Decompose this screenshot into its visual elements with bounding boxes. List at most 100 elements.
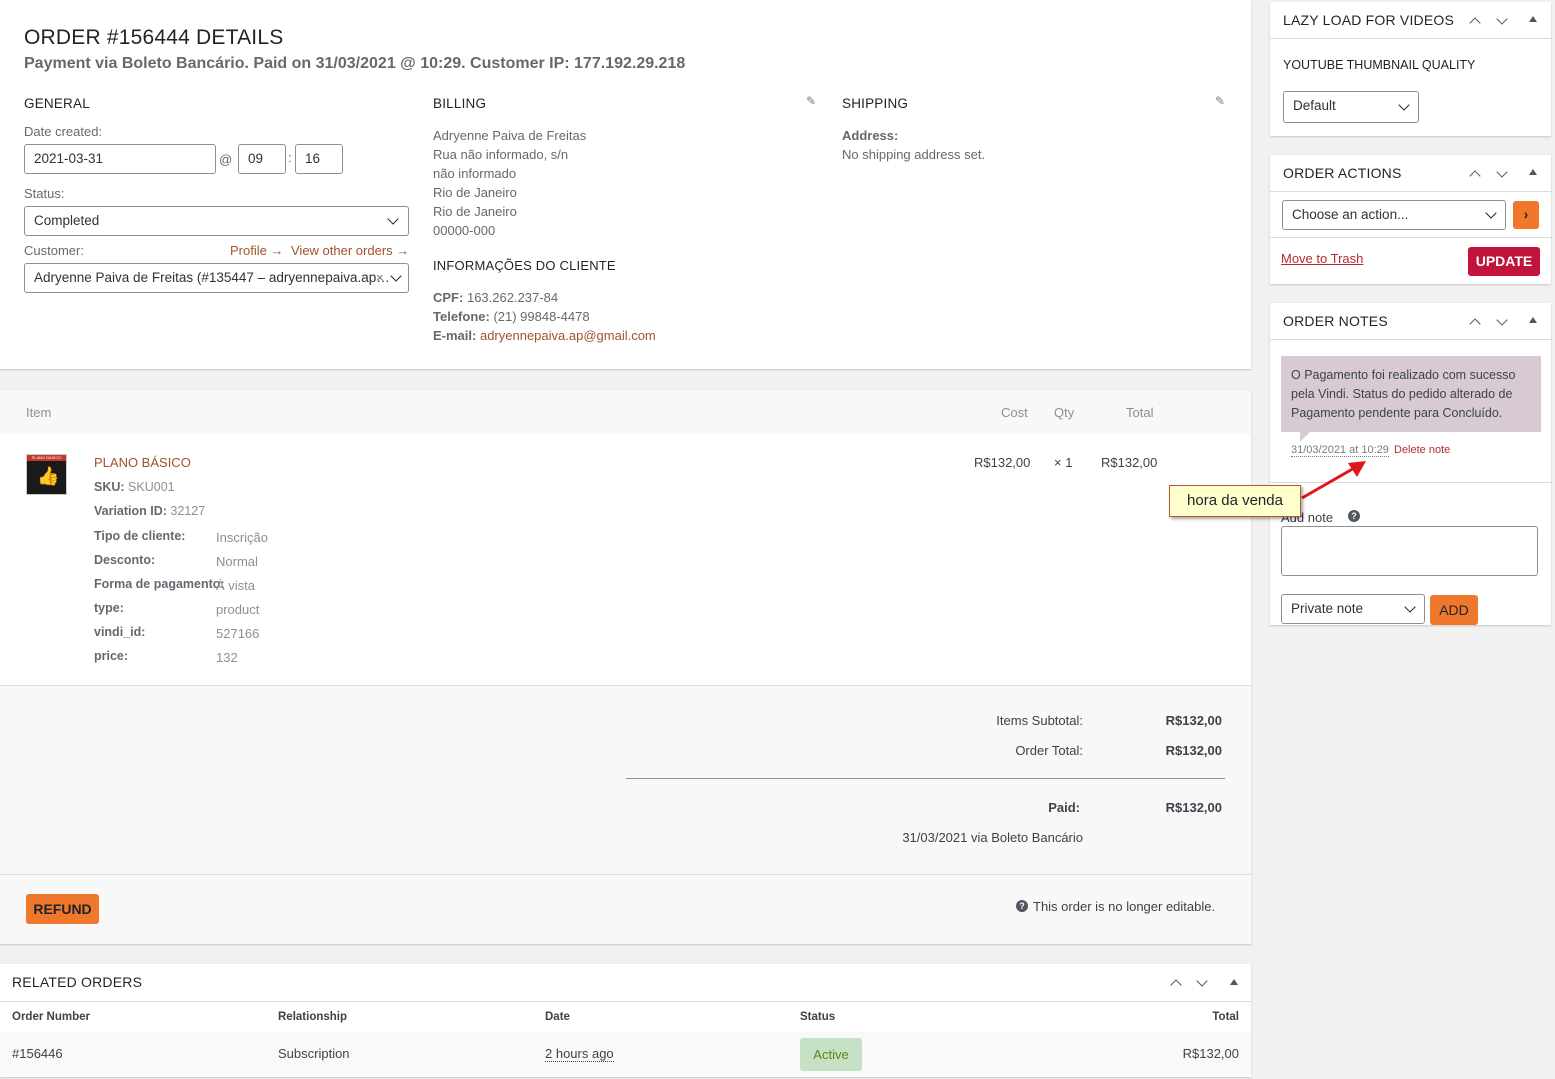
chevron-down-icon: [387, 213, 399, 225]
move-down-icon[interactable]: [1496, 314, 1508, 326]
total-header: Total: [1126, 405, 1154, 420]
annotation-arrow: [1301, 461, 1366, 500]
move-down-icon[interactable]: [1496, 166, 1508, 178]
item-cost: R$132,00: [974, 455, 1031, 470]
order-notes-heading: ORDER NOTES: [1283, 313, 1388, 329]
meta-key: type:: [94, 601, 124, 615]
clear-icon[interactable]: ×: [376, 270, 384, 285]
note-type-select[interactable]: Private note: [1281, 594, 1425, 624]
email-link[interactable]: adryennepaiva.ap@gmail.com: [480, 328, 656, 343]
arrow-shaft: [1301, 465, 1357, 500]
delete-note-link[interactable]: Delete note: [1394, 444, 1450, 456]
move-down-icon[interactable]: [1196, 975, 1208, 987]
billing-line: Rua não informado, s/n: [433, 147, 569, 162]
related-orders-panel: RELATED ORDERS Order Number Relationship…: [0, 964, 1251, 1077]
customer-label: Customer:: [24, 243, 84, 258]
add-note-button[interactable]: ADD: [1430, 595, 1478, 625]
order-action-value: Choose an action...: [1292, 207, 1409, 222]
view-other-orders-link[interactable]: View other orders →: [291, 243, 409, 258]
move-to-trash-link[interactable]: Move to Trash: [1281, 251, 1363, 266]
order-action-select[interactable]: Choose an action...: [1282, 200, 1506, 230]
box-header-divider: [1270, 191, 1551, 192]
meta-key: Desconto:: [94, 553, 156, 567]
collapse-icon[interactable]: [1529, 169, 1537, 175]
profile-link[interactable]: Profile →: [230, 243, 283, 258]
note-type-value: Private note: [1291, 601, 1364, 616]
email-label: E-mail:: [433, 328, 477, 343]
variation-value: 32127: [170, 504, 206, 518]
hour-input[interactable]: 09: [238, 144, 286, 174]
item-row: PLANO BÁSICO 👍 PLANO BÁSICO SKU: SKU001 …: [0, 434, 1251, 686]
general-heading: GENERAL: [24, 96, 90, 111]
edit-shipping-pencil-icon[interactable]: ✎: [1215, 94, 1225, 108]
meta-key: Forma de pagamento:: [94, 577, 225, 591]
qty-header: Qty: [1054, 405, 1075, 420]
order-actions-heading: ORDER ACTIONS: [1283, 165, 1402, 181]
customer-value: Adryenne Paiva de Freitas (#135447 – adr…: [34, 270, 390, 285]
status-label: Status:: [24, 186, 65, 201]
order-items-panel: Item Cost Qty Total PLANO BÁSICO 👍 PLANO…: [0, 390, 1251, 944]
item-header: Item: [26, 405, 52, 420]
related-date: 2 hours ago: [545, 1046, 614, 1062]
at-sign: @: [219, 152, 233, 167]
related-order-link[interactable]: #156446: [12, 1046, 63, 1061]
billing-line: não informado: [433, 166, 517, 181]
collapse-icon[interactable]: [1529, 317, 1537, 323]
billing-line: Adryenne Paiva de Freitas: [433, 128, 587, 143]
cost-header: Cost: [1001, 405, 1028, 420]
order-total-value: R$132,00: [1165, 743, 1222, 758]
order-subtitle: Payment via Boleto Bancário. Paid on 31/…: [24, 55, 686, 72]
items-subtotal-value: R$132,00: [1165, 713, 1222, 728]
meta-value: 527166: [216, 626, 260, 641]
related-relationship: Subscription: [278, 1046, 350, 1061]
thumbnail-banner: PLANO BÁSICO: [27, 455, 66, 461]
collapse-icon[interactable]: [1230, 979, 1238, 985]
status-value: Completed: [34, 213, 100, 228]
product-name-link[interactable]: PLANO BÁSICO: [94, 455, 191, 470]
order-total-label: Order Total:: [1015, 743, 1083, 758]
update-button[interactable]: UPDATE: [1468, 247, 1540, 276]
add-note-textarea[interactable]: [1281, 526, 1538, 576]
help-icon: ?: [1348, 510, 1360, 522]
move-up-icon[interactable]: [1469, 17, 1481, 29]
meta-key: Tipo de cliente:: [94, 529, 186, 543]
items-table-header: Item Cost Qty Total: [0, 390, 1251, 434]
paid-label: Paid:: [1048, 800, 1080, 815]
customer-select[interactable]: Adryenne Paiva de Freitas (#135447 – adr…: [24, 263, 409, 293]
related-orders-heading: RELATED ORDERS: [12, 974, 143, 990]
shipping-heading: SHIPPING: [842, 96, 909, 111]
move-up-icon[interactable]: [1469, 318, 1481, 330]
thumbnail-quality-label: YOUTUBE THUMBNAIL QUALITY: [1283, 58, 1476, 72]
edit-billing-pencil-icon[interactable]: ✎: [806, 94, 816, 108]
move-up-icon[interactable]: [1469, 170, 1481, 182]
totals-divider: [626, 778, 1225, 779]
meta-value: 132: [216, 650, 238, 665]
col-total: Total: [1212, 1011, 1239, 1023]
sku-label: SKU:: [94, 480, 125, 494]
collapse-icon[interactable]: [1529, 16, 1537, 22]
move-down-icon[interactable]: [1496, 13, 1508, 25]
thumbnail-quality-select[interactable]: Default: [1283, 91, 1419, 123]
billing-line: Rio de Janeiro: [433, 204, 517, 219]
lazy-load-panel: LAZY LOAD FOR VIDEOS YOUTUBE THUMBNAIL Q…: [1270, 2, 1551, 136]
item-total: R$132,00: [1101, 455, 1158, 470]
refund-button[interactable]: REFUND: [26, 894, 99, 924]
related-total: R$132,00: [1182, 1046, 1239, 1061]
meta-value: À vista: [216, 578, 256, 593]
move-up-icon[interactable]: [1170, 979, 1182, 991]
status-select[interactable]: Completed: [24, 206, 409, 236]
col-date: Date: [545, 1011, 570, 1023]
lazy-load-heading: LAZY LOAD FOR VIDEOS: [1283, 12, 1455, 28]
phone-line: Telefone: (21) 99848-4478: [433, 307, 590, 326]
thumbnail-quality-value: Default: [1293, 98, 1336, 113]
order-details-panel: ORDER #156444 DETAILS Payment via Boleto…: [0, 0, 1251, 369]
date-created-input[interactable]: 2021-03-31: [24, 144, 216, 174]
status-badge: Active: [800, 1038, 862, 1071]
minute-input[interactable]: 16: [295, 144, 343, 174]
billing-address: Adryenne Paiva de Freitas Rua não inform…: [433, 126, 586, 240]
time-colon: :: [288, 150, 292, 165]
cpf-value: 163.262.237-84: [466, 290, 559, 305]
sku-value: SKU001: [128, 480, 175, 494]
apply-action-button[interactable]: ›: [1513, 201, 1539, 229]
chevron-down-icon: [1404, 601, 1416, 613]
